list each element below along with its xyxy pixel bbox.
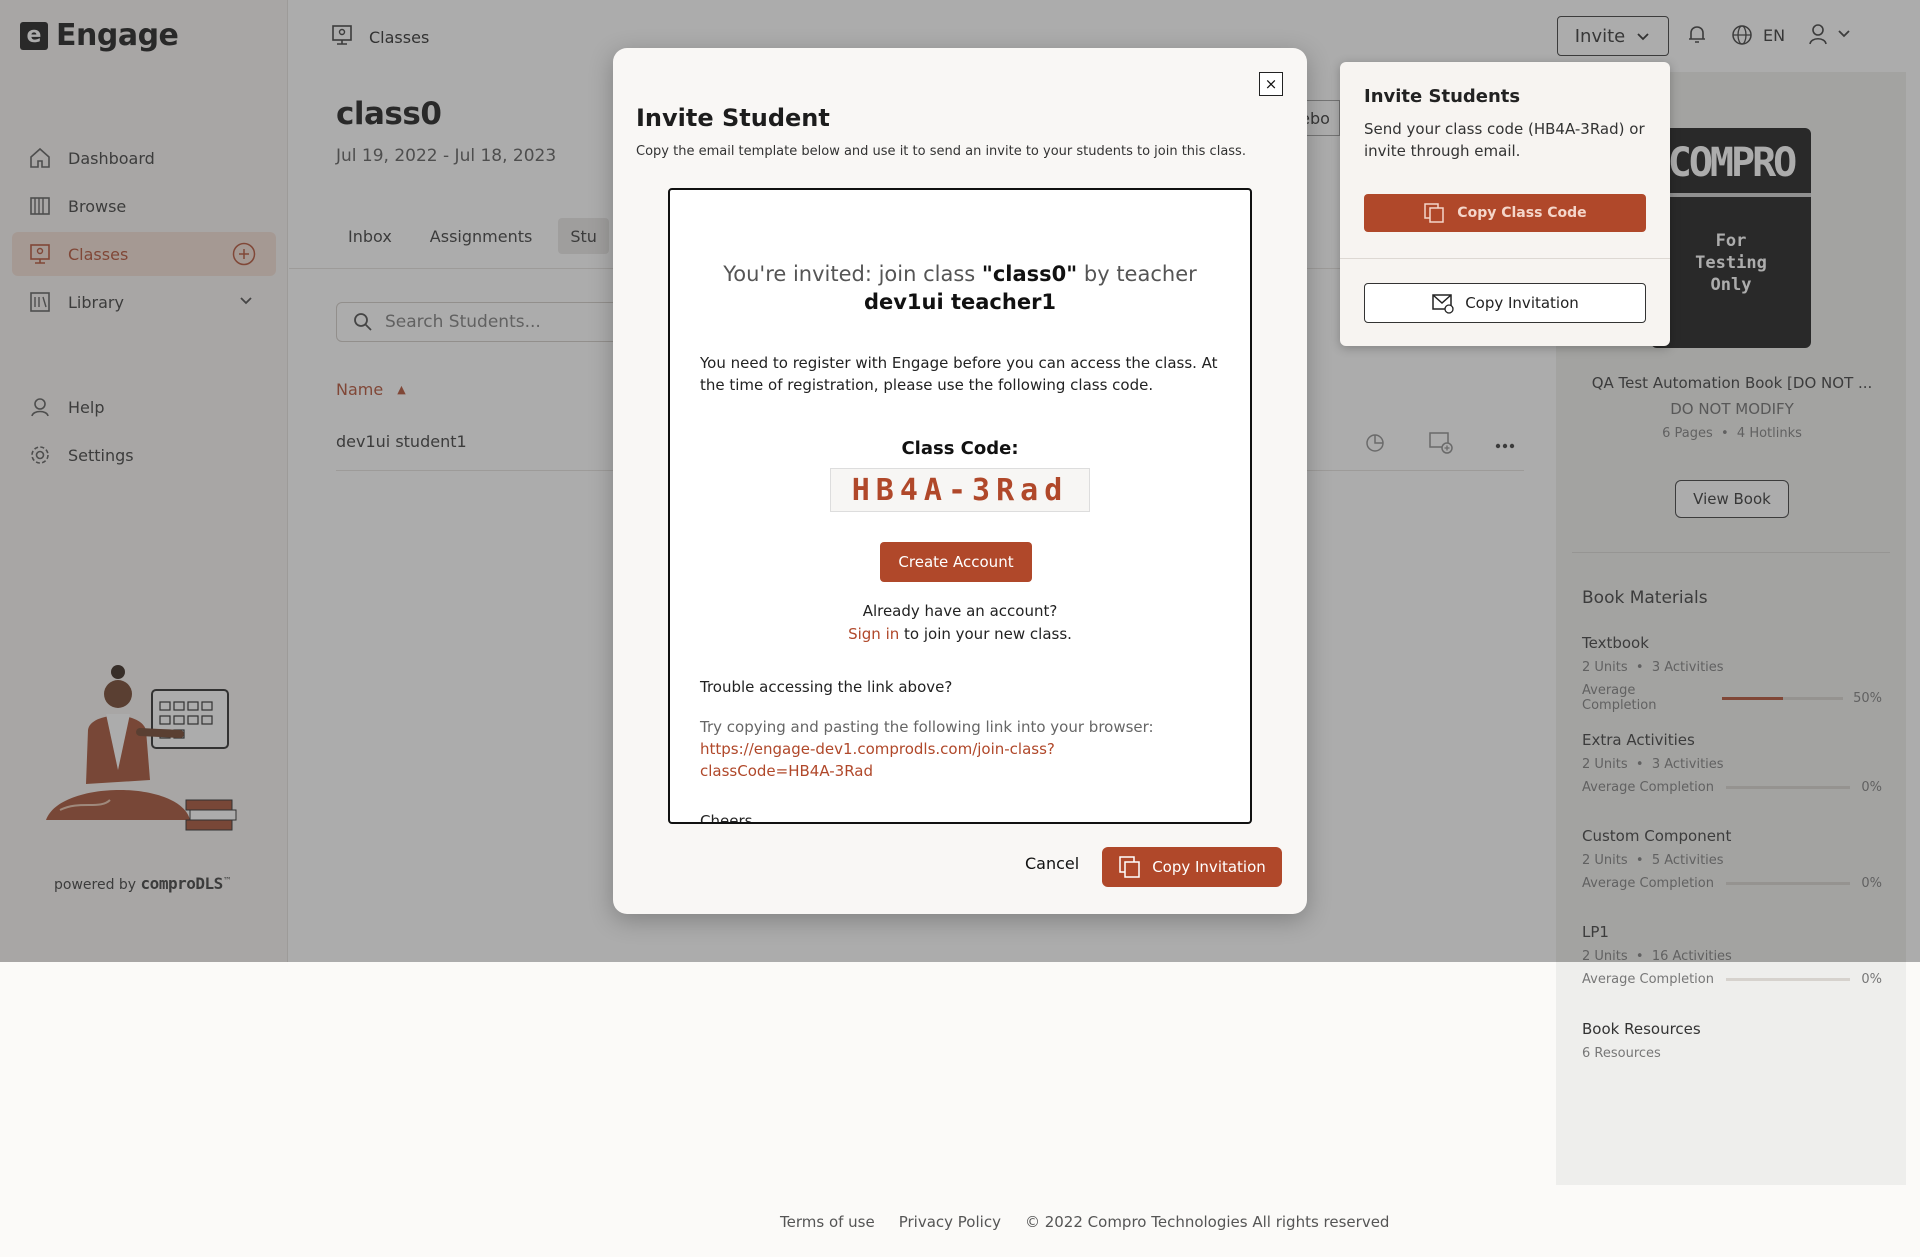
sign-in-link[interactable]: Sign in: [848, 625, 899, 643]
resources-title: Book Resources: [1582, 1020, 1701, 1038]
popover-divider: [1340, 258, 1670, 259]
copyright: © 2022 Compro Technologies All rights re…: [1024, 1213, 1390, 1231]
privacy-link[interactable]: Privacy Policy: [899, 1213, 1001, 1231]
trouble-text: Trouble accessing the link above?: [700, 678, 953, 696]
mail-icon: [1432, 294, 1454, 314]
cancel-button[interactable]: Cancel: [1025, 854, 1079, 873]
modal-description: Copy the email template below and use it…: [636, 144, 1246, 159]
cheers-text: Cheers,: [700, 812, 758, 824]
invite-heading: You're invited: join class "class0" by t…: [723, 262, 1197, 314]
progress-bar: [1725, 978, 1850, 981]
try-text: Try copying and pasting the following li…: [700, 718, 1154, 736]
invite-popover: Invite Students Send your class code (HB…: [1340, 62, 1670, 346]
class-code-label: Class Code:: [901, 438, 1019, 459]
invite-student-modal: × Invite Student Copy the email template…: [613, 48, 1307, 914]
copy-icon: [1424, 203, 1445, 223]
terms-link[interactable]: Terms of use: [780, 1213, 875, 1231]
already-account-text: Already have an account? Sign in to join…: [848, 602, 1072, 643]
close-icon[interactable]: ×: [1259, 72, 1283, 96]
modal-title: Invite Student: [636, 104, 830, 132]
email-template[interactable]: You're invited: join class "class0" by t…: [668, 188, 1252, 824]
create-account-button[interactable]: Create Account: [880, 542, 1032, 582]
copy-class-code-button[interactable]: Copy Class Code: [1364, 194, 1646, 232]
popover-text: Send your class code (HB4A-3Rad) or invi…: [1364, 120, 1645, 160]
popover-title: Invite Students: [1364, 86, 1521, 107]
try-text-block: Try copying and pasting the following li…: [700, 716, 1220, 782]
copy-invitation-modal-label: Copy Invitation: [1152, 858, 1266, 876]
copy-class-code-label: Copy Class Code: [1457, 205, 1587, 221]
material-progress: Average Completion 0%: [1582, 972, 1882, 987]
footer: Terms of use Privacy Policy © 2022 Compr…: [780, 1213, 1413, 1231]
join-class-link[interactable]: https://engage-dev1.comprodls.com/join-c…: [700, 738, 1220, 782]
copy-invitation-modal-button[interactable]: Copy Invitation: [1102, 847, 1282, 887]
register-text: You need to register with Engage before …: [700, 354, 1218, 394]
class-code-value: HB4A-3Rad: [830, 468, 1090, 512]
copy-invitation-label: Copy Invitation: [1465, 294, 1579, 312]
resources-count: 6 Resources: [1582, 1046, 1661, 1061]
copy-invitation-button[interactable]: Copy Invitation: [1364, 283, 1646, 323]
copy-icon: [1119, 856, 1140, 878]
list-item[interactable]: Book Resources 6 Resources: [1582, 1020, 1882, 1061]
